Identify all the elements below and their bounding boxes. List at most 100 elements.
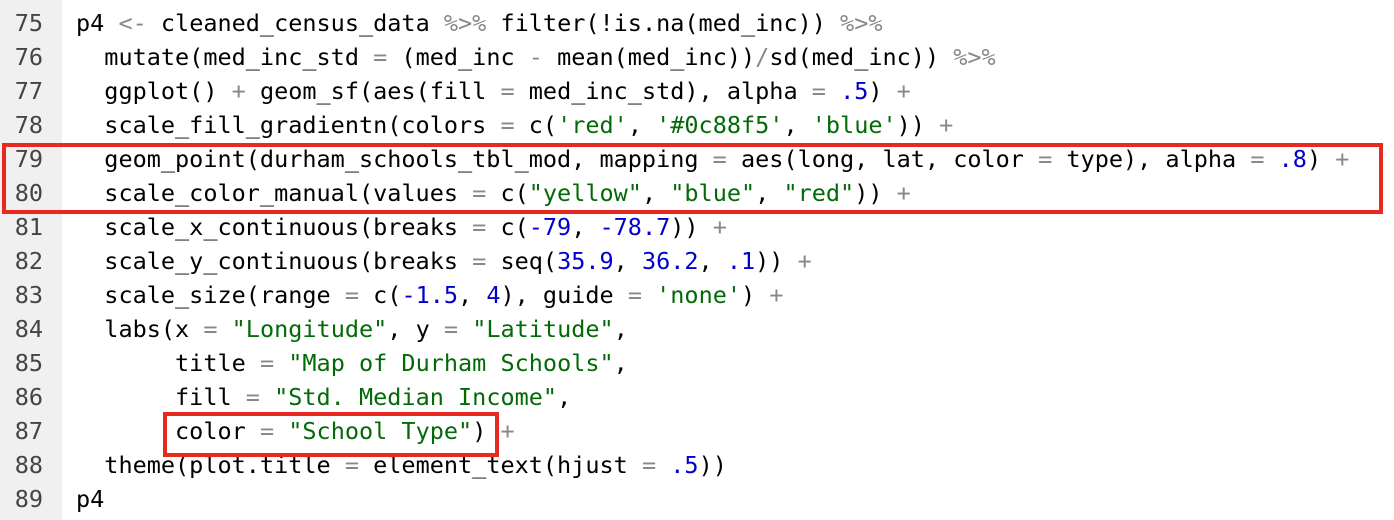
code-token: "School Type" bbox=[288, 417, 473, 445]
code-text[interactable]: mutate(med_inc_std = (med_inc - mean(med… bbox=[43, 40, 1394, 74]
code-lines: 75 p4 <- cleaned_census_data %>% filter(!… bbox=[0, 6, 1394, 516]
code-token: mean(med_inc)) bbox=[542, 43, 756, 71]
code-token: 'red' bbox=[557, 111, 628, 139]
code-token: + bbox=[939, 111, 954, 139]
line-number: 81 bbox=[14, 213, 43, 241]
code-token: ) bbox=[868, 77, 897, 105]
code-line[interactable]: 83 scale_size(range = c(-1.5, 4), guide … bbox=[0, 278, 1394, 312]
code-token: 'blue' bbox=[811, 111, 897, 139]
code-token: = bbox=[712, 145, 727, 173]
code-line[interactable]: 81 scale_x_continuous(breaks = c(-79, -7… bbox=[0, 210, 1394, 244]
line-number: 79 bbox=[14, 145, 43, 173]
line-number: 83 bbox=[14, 281, 43, 309]
code-text[interactable]: color = "School Type") + bbox=[43, 414, 1394, 448]
code-token: )) bbox=[670, 213, 713, 241]
code-line[interactable]: 80 scale_color_manual(values = c("yellow… bbox=[0, 176, 1394, 210]
code-token: .5 bbox=[840, 77, 869, 105]
code-text[interactable]: p4 bbox=[43, 482, 1394, 516]
code-token: .8 bbox=[1278, 145, 1307, 173]
code-token: "Std. Median Income" bbox=[274, 383, 558, 411]
line-number: 89 bbox=[14, 485, 43, 513]
line-number: 76 bbox=[14, 43, 43, 71]
code-line[interactable]: 75 p4 <- cleaned_census_data %>% filter(!… bbox=[0, 6, 1394, 40]
code-token: 35.9 bbox=[557, 247, 614, 275]
code-token: , bbox=[613, 349, 628, 377]
code-token: c( bbox=[514, 111, 558, 139]
code-text[interactable]: fill = "Std. Median Income", bbox=[43, 380, 1394, 414]
code-token: + bbox=[896, 77, 911, 105]
code-token: = bbox=[245, 383, 260, 411]
code-token: + bbox=[769, 281, 784, 309]
code-token: - bbox=[528, 43, 543, 71]
code-token: 4 bbox=[486, 281, 501, 309]
code-line[interactable]: 78 scale_fill_gradientn(colors = c('red'… bbox=[0, 108, 1394, 142]
code-line[interactable]: 84 labs(x = "Longitude", y = "Latitude", bbox=[0, 312, 1394, 346]
code-text[interactable]: scale_size(range = c(-1.5, 4), guide = '… bbox=[43, 278, 1394, 312]
code-editor[interactable]: 75 p4 <- cleaned_census_data %>% filter(!… bbox=[0, 0, 1394, 520]
code-token: ), guide bbox=[500, 281, 628, 309]
code-text[interactable]: scale_color_manual(values = c("yellow", … bbox=[43, 176, 1394, 210]
code-line[interactable]: 77 ggplot() + geom_sf(aes(fill = med_inc… bbox=[0, 74, 1394, 108]
code-token: = bbox=[373, 43, 388, 71]
code-text[interactable]: geom_point(durham_schools_tbl_mod, mappi… bbox=[43, 142, 1394, 176]
code-token: = bbox=[472, 247, 487, 275]
code-token: type), alpha bbox=[1052, 145, 1251, 173]
code-token: element_text(hjust bbox=[358, 451, 642, 479]
code-token: = bbox=[500, 111, 515, 139]
code-line[interactable]: 86 fill = "Std. Median Income", bbox=[0, 380, 1394, 414]
line-number: 80 bbox=[14, 179, 43, 207]
code-token: scale_fill_gradientn(colors bbox=[76, 111, 501, 139]
code-line[interactable]: 89 p4 bbox=[0, 482, 1394, 516]
code-token: ) bbox=[1306, 145, 1336, 173]
code-token: + bbox=[231, 77, 246, 105]
code-token: ) bbox=[472, 417, 501, 445]
code-token: , bbox=[627, 111, 657, 139]
code-token: "red" bbox=[783, 179, 855, 207]
code-token: .5 bbox=[670, 451, 699, 479]
code-token: scale_color_manual(values bbox=[76, 179, 473, 207]
code-line[interactable]: 85 title = "Map of Durham Schools", bbox=[0, 346, 1394, 380]
code-token: , y bbox=[387, 315, 444, 343]
code-line[interactable]: 88 theme(plot.title = element_text(hjust… bbox=[0, 448, 1394, 482]
code-line[interactable]: 79 geom_point(durham_schools_tbl_mod, ma… bbox=[0, 142, 1394, 176]
code-token: c( bbox=[486, 179, 529, 207]
code-line[interactable]: 82 scale_y_continuous(breaks = seq(35.9,… bbox=[0, 244, 1394, 278]
code-token: "Longitude" bbox=[231, 315, 388, 343]
line-number: 85 bbox=[14, 349, 43, 377]
code-text[interactable]: ggplot() + geom_sf(aes(fill = med_inc_st… bbox=[43, 74, 1394, 108]
code-token: p4 bbox=[76, 9, 119, 37]
code-text[interactable]: theme(plot.title = element_text(hjust = … bbox=[43, 448, 1394, 482]
code-token: , bbox=[613, 247, 642, 275]
code-text[interactable]: scale_fill_gradientn(colors = c('red', '… bbox=[43, 108, 1394, 142]
code-token: )) bbox=[854, 179, 897, 207]
code-token: scale_y_continuous(breaks bbox=[76, 247, 473, 275]
code-token: -79 bbox=[528, 213, 572, 241]
code-token: = bbox=[500, 77, 515, 105]
code-token: , bbox=[571, 213, 600, 241]
code-token: "Map of Durham Schools" bbox=[288, 349, 614, 377]
code-text[interactable]: title = "Map of Durham Schools", bbox=[43, 346, 1394, 380]
code-line[interactable]: 76 mutate(med_inc_std = (med_inc - mean(… bbox=[0, 40, 1394, 74]
code-token: fill bbox=[76, 383, 246, 411]
line-number: 84 bbox=[14, 315, 43, 343]
code-token: 36.2 bbox=[641, 247, 699, 275]
code-text[interactable]: scale_y_continuous(breaks = seq(35.9, 36… bbox=[43, 244, 1394, 278]
code-text[interactable]: labs(x = "Longitude", y = "Latitude", bbox=[43, 312, 1394, 346]
code-line[interactable]: 87 color = "School Type") + bbox=[0, 414, 1394, 448]
code-text[interactable]: scale_x_continuous(breaks = c(-79, -78.7… bbox=[43, 210, 1394, 244]
code-token: labs(x bbox=[76, 315, 204, 343]
code-text[interactable]: p4 <- cleaned_census_data %>% filter(!is… bbox=[43, 6, 1394, 40]
code-token: , bbox=[458, 281, 487, 309]
code-token: )) bbox=[698, 451, 727, 479]
code-token: = bbox=[443, 315, 459, 343]
code-token: "Latitude" bbox=[472, 315, 614, 343]
code-token: + bbox=[1335, 145, 1350, 173]
code-token: , bbox=[755, 179, 784, 207]
line-number: 82 bbox=[14, 247, 43, 275]
